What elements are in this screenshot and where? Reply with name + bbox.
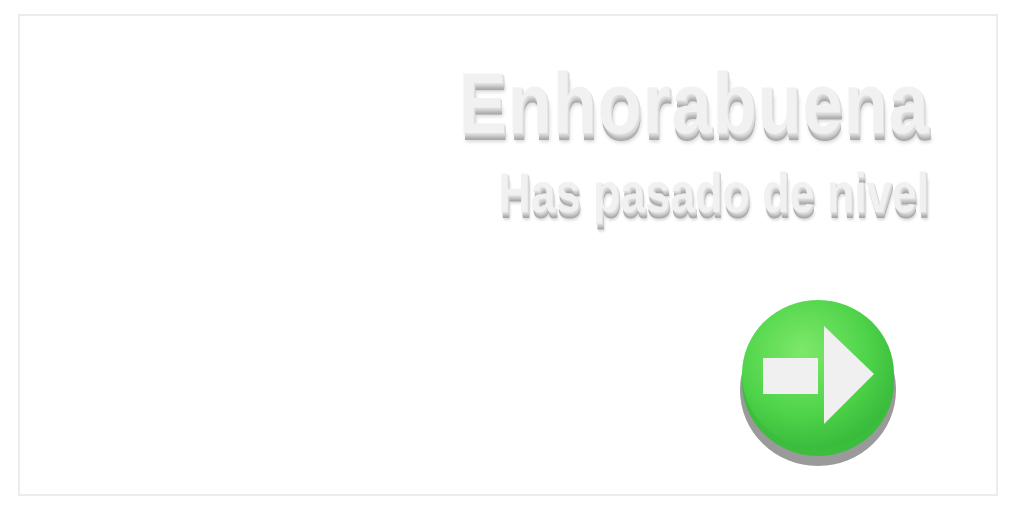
next-button-graphic [740, 300, 896, 466]
congratulations-title: Enhorabuena [458, 56, 930, 152]
next-level-button[interactable] [738, 298, 898, 470]
level-passed-subtitle: Has pasado de nivel [498, 161, 929, 224]
level-complete-message: Enhorabuena Has pasado de nivel [369, 52, 929, 230]
